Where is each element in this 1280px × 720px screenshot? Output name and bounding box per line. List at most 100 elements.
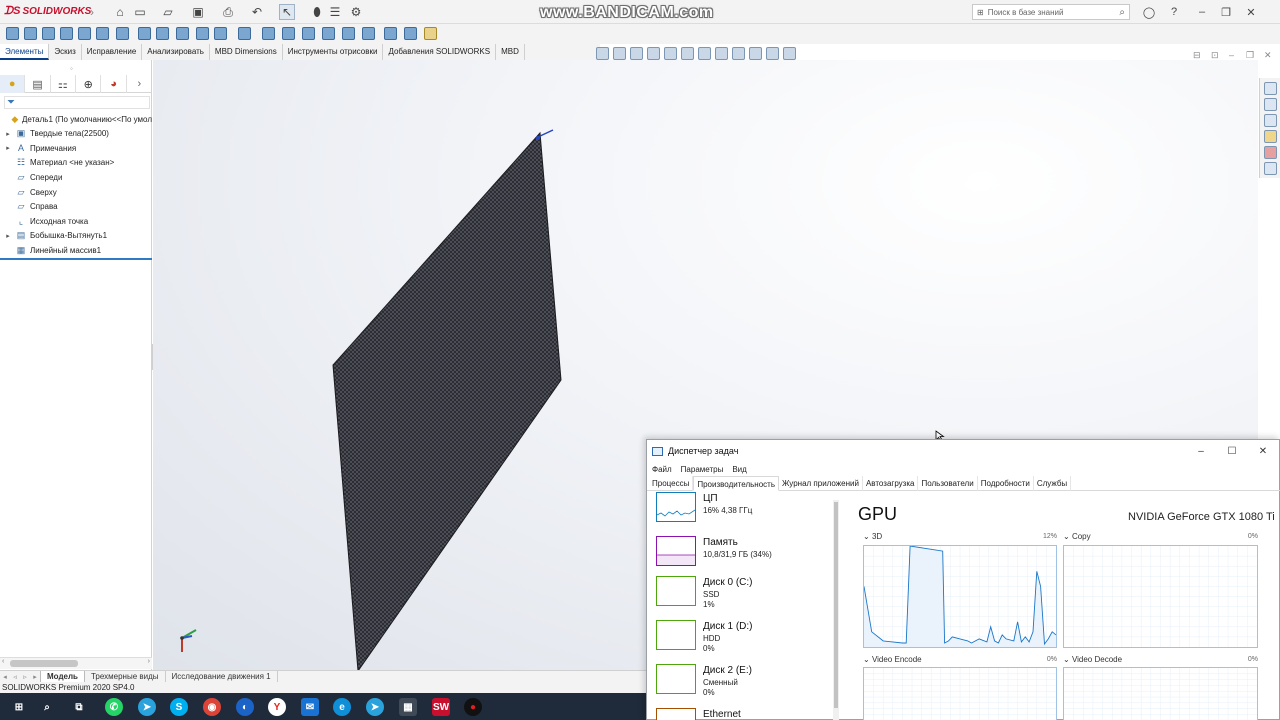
tab-app-history[interactable]: Журнал приложений [779, 476, 863, 491]
view-orientation-icon[interactable] [681, 47, 694, 60]
viewport-min-icon[interactable]: – [1229, 50, 1234, 60]
task-manager-icon[interactable]: ▦ [399, 698, 417, 716]
feature-manager-tab-icon[interactable]: ● [0, 75, 26, 93]
tree-item[interactable]: ▸ A Примечания [0, 141, 152, 155]
tab-processes[interactable]: Процессы [649, 476, 694, 491]
viewport-close-icon[interactable]: ✕ [1264, 50, 1272, 61]
print-icon[interactable]: ⎙ [220, 4, 236, 20]
tab-evaluate-repair[interactable]: Исправление [82, 44, 143, 60]
engine-dropdown-icon[interactable]: ⌄ [863, 655, 872, 664]
task-view-icon[interactable]: ⧉ [70, 698, 88, 716]
tree-item[interactable]: ◆ Деталь1 (По умолчанию<<По умол [0, 112, 152, 126]
tree-item[interactable]: ▱ Спереди [0, 170, 152, 184]
search-icon[interactable]: ⌕ [38, 698, 56, 716]
windows-start-icon[interactable]: ⊞ [10, 698, 28, 716]
restore-icon[interactable]: ❐ [1218, 4, 1234, 20]
search-input[interactable]: Поиск в базе знаний [988, 8, 1064, 17]
help-icon[interactable]: ? [1166, 4, 1182, 20]
rollback-bar[interactable] [0, 258, 152, 260]
tab-sketch[interactable]: Эскиз [49, 44, 82, 60]
resource-item[interactable]: Диск 0 (C:) SSD 1% [656, 576, 830, 616]
undo-icon[interactable]: ↶ [249, 4, 265, 20]
tree-item[interactable]: ☷ Материал <не указан> [0, 156, 152, 170]
chevron-right-icon[interactable]: › [127, 75, 152, 93]
select-cursor-icon[interactable]: ↖ [279, 4, 295, 20]
solidworks-logo[interactable]: ᗪS SOLIDWORKS [4, 5, 91, 18]
engine-dropdown-icon[interactable]: ⌄ [1063, 655, 1072, 664]
close-icon[interactable]: ✕ [1243, 4, 1259, 20]
curves-icon[interactable] [302, 27, 315, 40]
property-manager-tab-icon[interactable]: ▤ [25, 75, 51, 93]
skype-icon[interactable]: S [170, 698, 188, 716]
tree-item[interactable]: ▱ Сверху [0, 185, 152, 199]
design-library-icon[interactable] [1264, 98, 1277, 111]
rebuild-icon[interactable]: ⬮ [309, 4, 325, 20]
open-folder-icon[interactable]: ▱ [160, 4, 176, 20]
menu-view[interactable]: Вид [732, 465, 746, 474]
appearances-icon[interactable] [1264, 146, 1277, 159]
file-properties-icon[interactable]: ☰ [327, 4, 343, 20]
configuration-manager-tab-icon[interactable]: ⚏ [51, 75, 77, 93]
solidworks-icon[interactable]: SW [432, 698, 450, 716]
hole-wizard-icon[interactable] [116, 27, 129, 40]
display-style-icon[interactable] [698, 47, 711, 60]
resource-item[interactable]: Диск 1 (D:) HDD 0% [656, 620, 830, 660]
view-palette-icon[interactable] [1264, 130, 1277, 143]
expand-arrow-icon[interactable]: ▸ [4, 130, 12, 138]
intersect-icon[interactable] [342, 27, 355, 40]
tree-item[interactable]: ▦ Линейный массив1 [0, 243, 152, 257]
extruded-boss-icon[interactable] [6, 27, 19, 40]
first-tab-icon[interactable]: ◂ [0, 673, 10, 681]
view-settings-icon[interactable] [766, 47, 779, 60]
section-view-icon[interactable] [647, 47, 660, 60]
instant3d-toggle-icon[interactable] [424, 27, 437, 40]
tab-mbd[interactable]: MBD [496, 44, 525, 60]
chevron-right-icon[interactable]: › [84, 4, 100, 20]
display-manager-tab-icon[interactable]: ◕ [101, 75, 127, 93]
user-icon[interactable]: ◯ [1141, 4, 1157, 20]
home-icon[interactable]: ⌂ [112, 4, 128, 20]
tab-3d-views[interactable]: Трехмерные виды [85, 670, 166, 683]
expand-arrow-icon[interactable]: ▸ [4, 232, 12, 240]
resource-item[interactable]: ЦП 16% 4,38 ГГц [656, 492, 830, 532]
resource-item[interactable]: Память 10,8/31,9 ГБ (34%) [656, 536, 830, 576]
extruded-cut-icon[interactable] [96, 27, 109, 40]
display-monitor-icon[interactable] [783, 47, 796, 60]
hide-show-items-icon[interactable] [715, 47, 728, 60]
tab-analyze[interactable]: Анализировать [142, 44, 210, 60]
lofted-boss-icon[interactable] [60, 27, 73, 40]
swept-boss-icon[interactable] [42, 27, 55, 40]
draft-icon[interactable] [214, 27, 227, 40]
resource-item[interactable]: Диск 2 (E:) Сменный 0% [656, 664, 830, 704]
resource-list-scrollbar[interactable] [833, 500, 839, 720]
previous-view-icon[interactable] [630, 47, 643, 60]
scroll-left-icon[interactable]: ‹ [2, 658, 4, 665]
tab-features[interactable]: Элементы [0, 44, 50, 60]
tree-item[interactable]: ▸ ▤ Бобышка-Вытянуть1 [0, 229, 152, 243]
tab-sketch-ink[interactable]: Инструменты отрисовки [283, 44, 384, 60]
tab-performance[interactable]: Производительность [693, 476, 779, 491]
telegram-icon[interactable]: ➤ [138, 698, 156, 716]
menu-file[interactable]: Файл [652, 465, 672, 474]
task-manager-window[interactable]: Диспетчер задач – ☐ ✕ Файл Параметры Вид… [646, 439, 1280, 720]
edit-appearance-icon[interactable] [732, 47, 745, 60]
tab-motion-study[interactable]: Исследование движения 1 [166, 670, 278, 683]
linear-pattern-tool-icon[interactable] [238, 27, 251, 40]
tree-horizontal-scrollbar[interactable]: ‹ › [0, 657, 152, 669]
zoom-to-fit-icon[interactable] [596, 47, 609, 60]
tree-item[interactable]: ⌞ Исходная точка [0, 214, 152, 228]
instant3d-icon[interactable] [404, 27, 417, 40]
boundary-boss-icon[interactable] [78, 27, 91, 40]
dimxpert-manager-tab-icon[interactable]: ⊕ [76, 75, 102, 93]
reference-geometry-icon[interactable] [282, 27, 295, 40]
tab-startup[interactable]: Автозагрузка [863, 476, 919, 491]
dynamic-annotation-icon[interactable] [664, 47, 677, 60]
options-gear-icon[interactable]: ⚙ [348, 4, 364, 20]
split-icon[interactable] [384, 27, 397, 40]
edge-icon[interactable]: e [333, 698, 351, 716]
engine-dropdown-icon[interactable]: ⌄ [863, 532, 872, 541]
tab-users[interactable]: Пользователи [918, 476, 978, 491]
tab-solidworks-addins[interactable]: Добавления SOLIDWORKS [383, 44, 497, 60]
next-tab-icon[interactable]: ▹ [20, 673, 30, 681]
menu-options[interactable]: Параметры [681, 465, 724, 474]
